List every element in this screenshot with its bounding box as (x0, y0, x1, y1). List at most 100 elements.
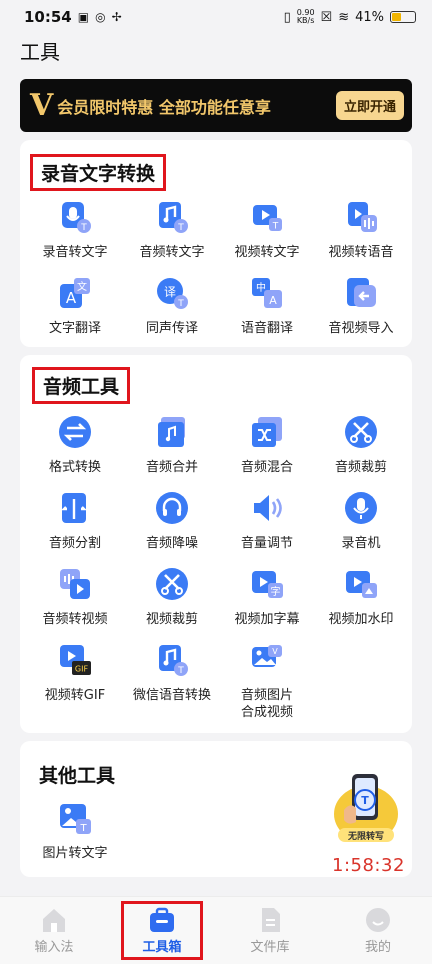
tool-audio-denoise[interactable]: 音频降噪 (123, 491, 221, 552)
tab-highlight-box: 工具箱 (121, 901, 203, 960)
section-audio-tools: 音频工具 格式转换 音频合并 音频混合 音频裁剪 音频分割 音频降噪 音量调节 … (20, 355, 412, 733)
gif-icon: GIF (60, 645, 91, 675)
tool-text-translate[interactable]: A文 文字翻译 (26, 276, 124, 337)
tool-video-to-voice[interactable]: 视频转语音 (312, 200, 410, 261)
tool-label: 格式转换 (48, 460, 101, 475)
microphone-icon (345, 492, 377, 524)
tool-label: 音频裁剪 (334, 460, 387, 475)
svg-text:T: T (80, 223, 87, 233)
tool-label: 音量调节 (240, 536, 293, 551)
tool-label: 音频转视频 (42, 612, 108, 627)
svg-text:字: 字 (271, 585, 281, 598)
volume-icon (254, 495, 282, 521)
tab-file-library[interactable]: 文件库 (216, 897, 324, 964)
svg-text:V: V (272, 647, 278, 656)
notification-icons: ▣ ◎ ✢ (78, 10, 122, 24)
tool-label: 音频降噪 (145, 536, 198, 551)
tool-audio-image-video[interactable]: V 音频图片 合成视频 (218, 643, 316, 721)
svg-text:T: T (272, 222, 279, 232)
tool-av-import[interactable]: 音视频导入 (312, 276, 410, 337)
section-recording-text: 录音文字转换 T 录音转文字 T 音频转文字 T 视频转文字 视频转语音 A文 … (20, 140, 412, 347)
translate-icon: A文 (60, 278, 90, 308)
tool-audio-split[interactable]: 音频分割 (26, 491, 124, 552)
tool-recorder[interactable]: 录音机 (312, 491, 410, 552)
tool-label: 图片转文字 (42, 846, 108, 861)
tool-video-watermark[interactable]: 视频加水印 (312, 567, 410, 628)
tool-wechat-voice[interactable]: T 微信语音转换 (123, 643, 221, 704)
tool-label: 视频裁剪 (145, 612, 198, 627)
svg-text:译: 译 (164, 285, 176, 299)
page-title: 工具 (20, 40, 60, 64)
tab-toolbox[interactable]: 工具箱 (108, 897, 216, 964)
convert-arrows-icon (59, 416, 91, 448)
tool-label: 音频转文字 (139, 245, 205, 260)
tool-audio-to-video[interactable]: 音频转视频 (26, 567, 124, 628)
message-icon: ▣ (77, 10, 90, 24)
status-time: 10:54 (24, 8, 72, 26)
vibrate-icon: ▯ (283, 9, 291, 25)
promo-countdown: 1:58:32 (332, 855, 405, 876)
vip-banner[interactable]: V 会员限时特惠 全部功能任意享 立即开通 (20, 79, 412, 132)
tool-video-to-gif[interactable]: GIF 视频转GIF (26, 643, 124, 704)
video-voice-icon (348, 202, 377, 232)
tool-volume-adjust[interactable]: 音量调节 (218, 491, 316, 552)
wifi-icon: ≋ (338, 9, 350, 25)
tool-video-to-text[interactable]: T 视频转文字 (218, 200, 316, 261)
import-icon (347, 278, 376, 307)
section-title: 录音文字转换 (30, 154, 167, 191)
tool-image-to-text[interactable]: T 图片转文字 (26, 801, 124, 862)
tab-me[interactable]: 我的 (324, 897, 432, 964)
image-video-icon: V (252, 645, 282, 667)
video-watermark-icon (346, 571, 377, 598)
tool-video-subtitle[interactable]: 字 视频加字幕 (218, 567, 316, 628)
tool-simultaneous-interpretation[interactable]: 译T 同声传译 (123, 276, 221, 337)
battery-percent: 41% (355, 9, 384, 25)
svg-text:文: 文 (77, 280, 87, 293)
battery-icon (390, 11, 416, 23)
tool-label: 视频转文字 (234, 245, 300, 260)
promo-label: 无限转写 (347, 830, 384, 842)
image-text-icon: T (60, 804, 91, 834)
toolbox-icon (149, 907, 174, 932)
banner-slogan: 会员限时特惠 全部功能任意享 (57, 97, 271, 117)
tool-label: 视频转语音 (328, 245, 394, 260)
interpretation-icon: 译T (157, 278, 188, 309)
unlimited-transcribe-promo[interactable]: T 无限转写 (330, 770, 402, 848)
tab-label: 文件库 (250, 940, 290, 955)
wechat-voice-icon: T (159, 645, 188, 676)
tool-video-cut[interactable]: 视频裁剪 (123, 567, 221, 628)
tab-input-method[interactable]: 输入法 (0, 897, 108, 964)
tool-label: 文字翻译 (48, 321, 101, 336)
tool-voice-translate[interactable]: 中A 语音翻译 (218, 276, 316, 337)
tool-recording-to-text[interactable]: T 录音转文字 (26, 200, 124, 261)
open-vip-button[interactable]: 立即开通 (335, 91, 404, 120)
svg-text:T: T (177, 299, 184, 309)
audio-video-icon (60, 569, 90, 599)
svg-text:T: T (177, 666, 184, 676)
svg-text:A: A (269, 294, 277, 307)
tool-label: 音频混合 (240, 460, 293, 475)
bottom-tab-bar: 输入法 工具箱 文件库 我的 (0, 896, 432, 964)
tool-label: 同声传译 (145, 321, 198, 336)
app-icon: ◎ (95, 10, 106, 24)
tool-audio-mix[interactable]: 音频混合 (218, 415, 316, 476)
tool-label: 微信语音转换 (132, 688, 211, 703)
tool-label: 音频合并 (145, 460, 198, 475)
svg-text:T: T (177, 223, 184, 233)
tool-format-convert[interactable]: 格式转换 (26, 415, 124, 476)
tab-label: 输入法 (34, 940, 74, 955)
tool-label: 视频转GIF (44, 688, 106, 703)
svg-text:T: T (361, 794, 369, 807)
tool-label: 视频加字幕 (234, 612, 300, 627)
svg-text:T: T (79, 823, 87, 834)
section-title: 音频工具 (32, 367, 131, 404)
tool-audio-cut[interactable]: 音频裁剪 (312, 415, 410, 476)
voice-translate-icon: 中A (252, 278, 282, 308)
video-scissors-icon (156, 568, 188, 600)
tool-audio-to-text[interactable]: T 音频转文字 (123, 200, 221, 261)
vip-logo: V (30, 88, 54, 123)
net-speed: 0.90 KB/s (296, 8, 315, 25)
tool-audio-merge[interactable]: 音频合并 (123, 415, 221, 476)
tool-label: 视频加水印 (328, 612, 394, 627)
scissors-icon (345, 416, 377, 448)
